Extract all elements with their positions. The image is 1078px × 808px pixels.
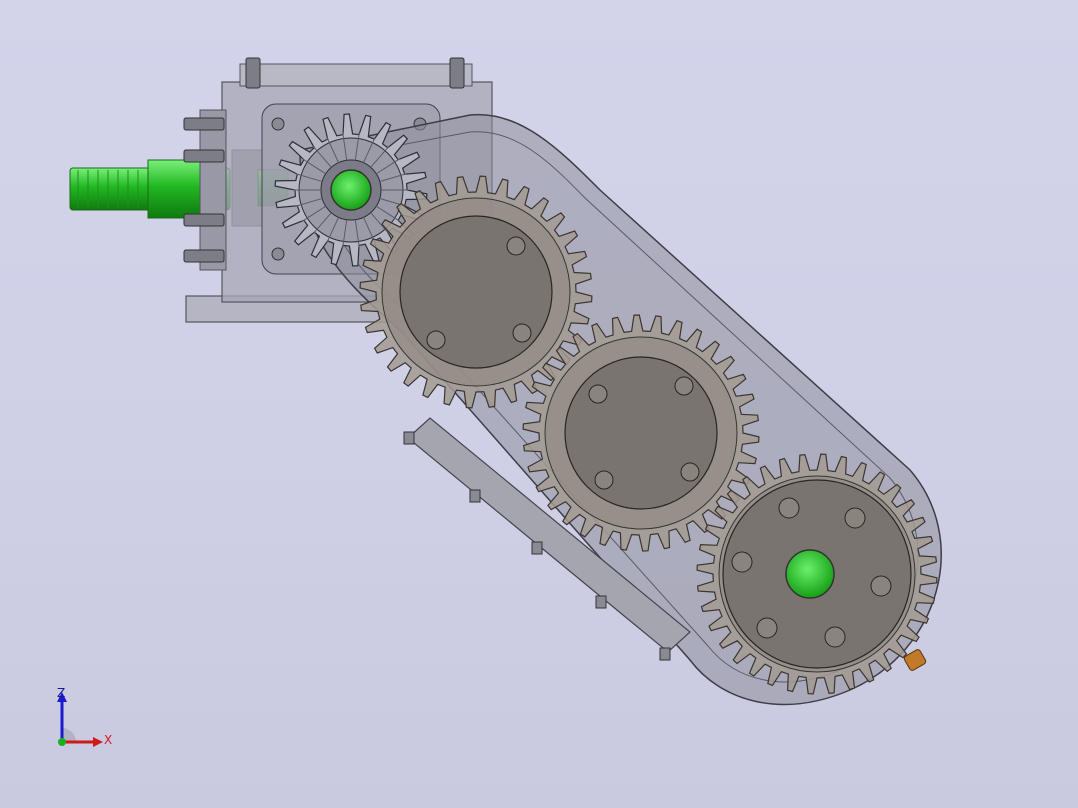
axis-x-label: X: [104, 733, 113, 747]
cad-viewport[interactable]: Z X: [0, 0, 1078, 808]
axis-z-label: Z: [57, 686, 66, 700]
gearbox-model[interactable]: [0, 0, 1078, 808]
axis-triad: Z X: [48, 684, 128, 754]
drain-plug[interactable]: [903, 649, 927, 672]
